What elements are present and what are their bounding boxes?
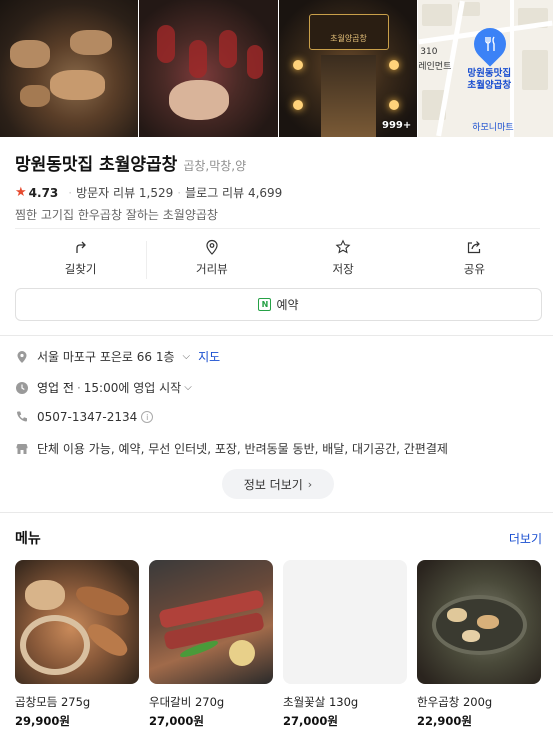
location-pin-icon: [17, 350, 27, 363]
map-text: 310: [420, 47, 438, 57]
hours-detail: 15:00에 영업 시작: [83, 381, 182, 395]
directions-icon: [75, 241, 86, 253]
menu-item[interactable]: 한우곱창 200g 22,900원: [417, 560, 541, 729]
photo-count-badge: 999+: [381, 120, 412, 131]
directions-button[interactable]: 길찾기: [15, 237, 146, 279]
divider: [0, 512, 553, 513]
place-description: 찜한 고기집 한우곱창 잘하는 초월양곱창: [15, 208, 218, 222]
menu-item[interactable]: 우대갈비 270g 27,000원: [149, 560, 273, 729]
place-title: 망원동맛집 초월양곱창: [15, 155, 178, 175]
map-text: 레인먼트: [418, 62, 452, 72]
map-nearby-label: 하모니마트: [472, 123, 514, 133]
chevron-down-icon[interactable]: ⌵: [184, 382, 192, 393]
store-icon: [16, 443, 28, 454]
address-text: 서울 마포구 포은로 66 1층: [37, 350, 175, 364]
star-icon: ★: [15, 185, 27, 200]
menu-item-photo-placeholder: [283, 560, 407, 684]
place-category: 곱창,막창,양: [183, 159, 247, 173]
menu-item-name: 초월꽃살 130g: [283, 695, 359, 709]
menu-item[interactable]: 곱창모듬 275g 29,900원: [15, 560, 139, 729]
rating-value: 4.73: [28, 185, 59, 200]
menu-item-photo: [15, 560, 139, 684]
directions-label: 길찾기: [64, 262, 97, 276]
phone-row: 0507-1347-2134 i: [15, 410, 540, 424]
save-button[interactable]: 저장: [278, 237, 409, 279]
fork-knife-icon: [485, 36, 495, 51]
map-thumbnail[interactable]: 310 레인먼트 망원동맛집 초월양곱창 하모니마트: [418, 0, 553, 137]
photo-food-grill[interactable]: [0, 0, 138, 137]
menu-item-name: 한우곱창 200g: [417, 695, 493, 709]
photo-toast[interactable]: [138, 0, 278, 137]
more-info-button[interactable]: 정보 더보기 ›: [222, 469, 334, 499]
naver-booking-icon: N: [258, 298, 272, 311]
amenities-text: 단체 이용 가능, 예약, 무선 인터넷, 포장, 반려동물 동반, 배달, 대…: [37, 442, 448, 456]
menu-header: 메뉴 더보기: [15, 528, 542, 548]
rating-row: ★ 4.73 · 방문자 리뷰 1,529 · 블로그 리뷰 4,699: [15, 184, 283, 201]
photo-strip[interactable]: 초월양곱창 999+ 310 레인먼트 망원동맛집 초월양곱창 하모니마트: [0, 0, 553, 137]
star-icon: [335, 239, 351, 254]
more-info-label: 정보 더보기: [243, 477, 303, 492]
chevron-right-icon: ›: [307, 477, 313, 491]
menu-item-price: 29,900원: [15, 714, 70, 728]
map-link[interactable]: 지도: [198, 348, 220, 365]
menu-item[interactable]: 초월꽃살 130g 27,000원: [283, 560, 407, 729]
photo-storefront[interactable]: 초월양곱창 999+: [278, 0, 418, 137]
menu-item-photo: [149, 560, 273, 684]
blog-reviews-link[interactable]: 블로그 리뷰 4,699: [185, 184, 282, 201]
action-bar: 길찾기 거리뷰 저장 공유: [15, 237, 540, 279]
share-label: 공유: [463, 262, 485, 276]
menu-item-photo: [417, 560, 541, 684]
street-view-label: 거리뷰: [196, 262, 228, 276]
street-view-button[interactable]: 거리뷰: [146, 237, 277, 279]
divider: [15, 228, 540, 229]
phone-icon: [17, 411, 27, 422]
menu-item-price: 27,000원: [149, 714, 204, 728]
menu-item-price: 27,000원: [283, 714, 338, 728]
hours-row: 영업 전 · 15:00에 영업 시작 ⌵: [15, 379, 540, 396]
store-sign: 초월양곱창: [308, 14, 389, 50]
menu-more-link[interactable]: 더보기: [509, 530, 542, 547]
share-button[interactable]: 공유: [409, 237, 540, 279]
info-circle-icon[interactable]: i: [141, 411, 154, 423]
address-row: 서울 마포구 포은로 66 1층 ⌵ 지도: [15, 348, 540, 365]
phone-number[interactable]: 0507-1347-2134: [37, 410, 137, 424]
menu-item-price: 22,900원: [417, 714, 472, 728]
reserve-button[interactable]: N 예약: [15, 288, 542, 321]
divider: [0, 335, 553, 336]
visitor-reviews-link[interactable]: 방문자 리뷰 1,529: [76, 184, 173, 201]
save-label: 저장: [332, 262, 354, 276]
share-icon: [468, 241, 481, 254]
map-place-label: 망원동맛집 초월양곱창: [467, 68, 512, 91]
place-header: 망원동맛집 초월양곱창 곱창,막창,양 ★ 4.73 · 방문자 리뷰 1,52…: [15, 150, 540, 223]
menu-list: 곱창모듬 275g 29,900원 우대갈비 270g 27,000원 초월꽃살…: [15, 560, 542, 729]
clock-icon: [16, 381, 28, 394]
reserve-label: 예약: [276, 298, 299, 312]
chevron-down-icon[interactable]: ⌵: [183, 351, 191, 362]
menu-item-name: 곱창모듬 275g: [15, 695, 91, 709]
location-pin-icon: [206, 239, 218, 255]
menu-title: 메뉴: [15, 531, 41, 547]
amenities-row: 단체 이용 가능, 예약, 무선 인터넷, 포장, 반려동물 동반, 배달, 대…: [15, 440, 540, 457]
menu-item-name: 우대갈비 270g: [149, 695, 225, 709]
hours-status: 영업 전: [37, 381, 74, 395]
